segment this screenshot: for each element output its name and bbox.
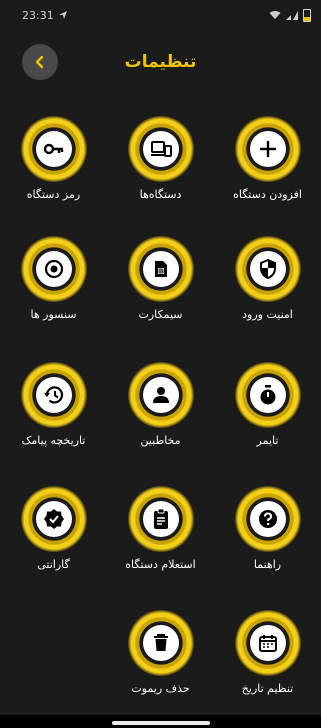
delete-remote-item[interactable]: حذف ریموت: [107, 610, 214, 695]
devices-button[interactable]: [127, 116, 194, 182]
contacts-label: مخاطبین: [140, 434, 181, 447]
sim-card-item[interactable]: سیمکارت: [107, 236, 214, 321]
set-date-button[interactable]: [234, 610, 301, 676]
contacts-item[interactable]: مخاطبین: [107, 362, 214, 447]
device-inquiry-label: استعلام دستگاه: [125, 558, 196, 571]
settings-grid: افزودن دستگاه دستگاه‌ها رمز دستگاه امنیت…: [0, 0, 321, 728]
timer-item[interactable]: تایمر: [214, 362, 321, 447]
device-password-item[interactable]: رمز دستگاه: [0, 116, 107, 201]
help-icon: [258, 510, 277, 528]
history-icon: [43, 386, 63, 404]
devices-item[interactable]: دستگاه‌ها: [107, 116, 214, 201]
devices-icon: [150, 141, 172, 157]
delete-remote-button[interactable]: [127, 610, 194, 676]
home-indicator[interactable]: [112, 721, 210, 725]
clipboard-icon: [153, 508, 168, 529]
login-security-item[interactable]: امنیت ورود: [214, 236, 321, 321]
sensors-item[interactable]: سنسور ها: [0, 236, 107, 321]
sim-card-button[interactable]: [127, 236, 194, 302]
device-inquiry-button[interactable]: [127, 486, 194, 552]
delete-remote-label: حذف ریموت: [131, 682, 190, 695]
shield-icon: [259, 259, 276, 279]
sms-history-label: تاریخچه پیامک: [21, 434, 86, 447]
timer-button[interactable]: [234, 362, 301, 428]
warranty-button[interactable]: [20, 486, 87, 552]
plus-icon: [259, 140, 276, 158]
device-password-label: رمز دستگاه: [26, 188, 81, 201]
warranty-item[interactable]: گارانتی: [0, 486, 107, 571]
sms-history-item[interactable]: تاریخچه پیامک: [0, 362, 107, 447]
timer-icon: [260, 385, 275, 405]
sim-card-label: سیمکارت: [138, 308, 183, 321]
set-date-label: تنظیم تاریخ: [241, 682, 294, 695]
device-inquiry-item[interactable]: استعلام دستگاه: [107, 486, 214, 571]
device-password-button[interactable]: [20, 116, 87, 182]
contacts-button[interactable]: [127, 362, 194, 428]
help-label: راهنما: [253, 558, 282, 571]
verified-icon: [43, 509, 64, 529]
add-device-item[interactable]: افزودن دستگاه: [214, 116, 321, 201]
add-device-button[interactable]: [234, 116, 301, 182]
key-icon: [43, 143, 63, 155]
calendar-icon: [258, 635, 277, 652]
sim-card-icon: [154, 261, 167, 277]
sensors-button[interactable]: [20, 236, 87, 302]
sensors-label: سنسور ها: [30, 308, 77, 321]
devices-label: دستگاه‌ها: [139, 188, 182, 201]
warranty-label: گارانتی: [37, 558, 70, 571]
set-date-item[interactable]: تنظیم تاریخ: [214, 610, 321, 695]
login-security-label: امنیت ورود: [242, 308, 293, 321]
sms-history-button[interactable]: [20, 362, 87, 428]
help-item[interactable]: راهنما: [214, 486, 321, 571]
timer-label: تایمر: [256, 434, 279, 447]
add-device-label: افزودن دستگاه: [233, 188, 302, 201]
login-security-button[interactable]: [234, 236, 301, 302]
trash-icon: [153, 634, 168, 651]
sensor-icon: [44, 259, 63, 279]
help-button[interactable]: [234, 486, 301, 552]
contacts-icon: [152, 387, 169, 403]
